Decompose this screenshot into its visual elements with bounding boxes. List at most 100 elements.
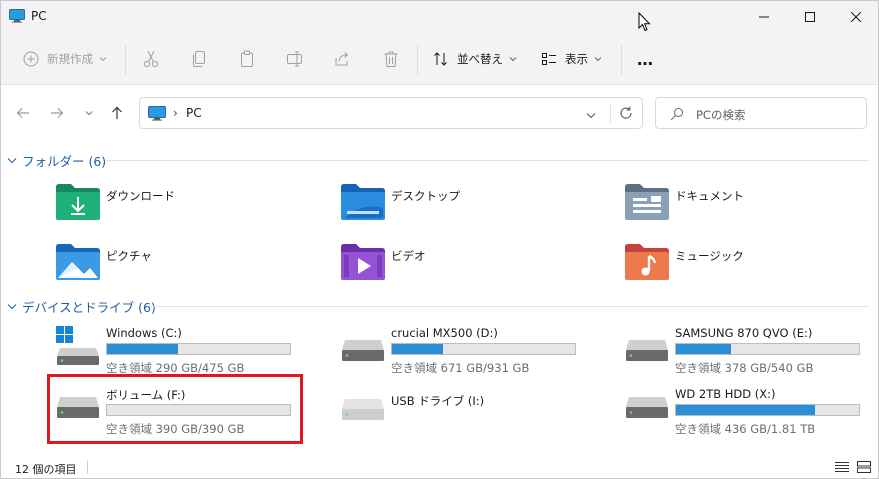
pc-icon [148, 106, 166, 124]
more-options-label: … [637, 49, 654, 69]
folder-name: ミュージック [675, 249, 744, 263]
drive-name: crucial MX500 (D:) [391, 326, 498, 340]
maximize-button[interactable] [787, 1, 833, 33]
chevron-down-icon [594, 57, 602, 62]
rename-button[interactable] [286, 47, 304, 71]
documents-folder-icon [625, 184, 669, 223]
status-separator [87, 460, 88, 474]
back-button[interactable] [13, 101, 33, 125]
folder-name: デスクトップ [391, 189, 460, 203]
drive-usage-fill [676, 344, 731, 354]
address-divider [610, 105, 611, 123]
drive-name: SAMSUNG 870 QVO (E:) [675, 326, 813, 340]
recent-locations-button[interactable] [79, 101, 99, 125]
drive-name: USB ドライブ (I:) [391, 394, 485, 408]
folder-name: ビデオ [391, 249, 426, 263]
usb-drive-icon [341, 393, 385, 436]
chevron-down-icon [7, 303, 17, 309]
drive-item-d[interactable]: crucial MX500 (D:) 空き領域 671 GB/931 GB [341, 326, 591, 382]
folder-item-desktop[interactable]: デスクトップ [341, 184, 541, 232]
sort-button[interactable]: 並べ替え [433, 47, 517, 71]
title-bar: PC [1, 1, 878, 33]
pc-icon [9, 9, 25, 26]
arrow-right-icon [51, 108, 64, 118]
drive-item-x[interactable]: WD 2TB HDD (X:) 空き領域 436 GB/1.81 TB [625, 387, 875, 443]
new-button-label: 新規作成 [47, 52, 93, 66]
mouse-cursor-icon [638, 11, 651, 35]
refresh-icon[interactable] [618, 105, 634, 124]
chevron-down-icon[interactable] [586, 108, 596, 122]
folder-item-downloads[interactable]: ダウンロード [56, 184, 256, 232]
hard-drive-icon [625, 326, 669, 369]
videos-folder-icon [341, 244, 385, 283]
downloads-folder-icon [56, 184, 100, 223]
up-button[interactable] [107, 101, 127, 125]
status-item-count: 12 個の項目 [15, 463, 77, 476]
section-divider [105, 160, 869, 161]
chevron-down-icon [99, 57, 107, 62]
hard-drive-icon [625, 387, 669, 430]
hard-drive-icon [341, 326, 385, 369]
drive-name: Windows (C:) [106, 326, 182, 340]
view-list-icon [542, 53, 556, 65]
drive-name: WD 2TB HDD (X:) [675, 387, 776, 401]
drive-usage-bar [675, 343, 860, 355]
drive-free-space: 空き領域 378 GB/540 GB [675, 361, 814, 375]
drive-usage-fill [392, 344, 444, 354]
clipboard-icon [241, 50, 253, 67]
breadcrumb-pc[interactable]: PC [186, 106, 202, 120]
view-button-label: 表示 [565, 52, 588, 66]
chevron-down-icon [509, 57, 517, 62]
details-view-button[interactable] [833, 459, 851, 475]
sort-button-label: 並べ替え [457, 52, 503, 66]
more-options-button[interactable]: … [637, 47, 654, 71]
drive-item-i[interactable]: USB ドライブ (I:) [341, 393, 591, 449]
drive-usage-bar [391, 343, 576, 355]
copy-button[interactable] [191, 47, 207, 71]
view-button[interactable]: 表示 [541, 47, 602, 71]
drive-usage-bar [675, 404, 860, 416]
trash-icon [384, 51, 398, 67]
folder-item-pictures[interactable]: ピクチャ [56, 244, 256, 292]
minimize-button[interactable] [741, 1, 787, 33]
drives-section-title: デバイスとドライブ (6) [22, 299, 156, 315]
share-icon [335, 52, 349, 66]
new-button[interactable]: 新規作成 [23, 47, 107, 71]
command-bar: 新規作成 並べ替え 表示 … [1, 33, 878, 85]
toolbar-separator [125, 45, 126, 75]
drive-usage-fill [107, 344, 179, 354]
tiles-view-icon [857, 461, 871, 473]
folder-item-documents[interactable]: ドキュメント [625, 184, 825, 232]
folders-section-title: フォルダー (6) [22, 153, 107, 169]
folder-name: ピクチャ [106, 249, 152, 263]
drive-usage-bar [106, 343, 291, 355]
address-bar[interactable]: › PC [139, 97, 643, 129]
folder-item-videos[interactable]: ビデオ [341, 244, 541, 292]
copy-icon [193, 51, 205, 67]
folder-item-music[interactable]: ミュージック [625, 244, 825, 292]
rename-icon [287, 51, 302, 67]
toolbar-separator [417, 45, 418, 75]
cut-button[interactable] [143, 47, 159, 71]
windows-drive-icon [56, 326, 100, 369]
plus-circle-icon [23, 51, 39, 67]
window-title: PC [31, 9, 47, 23]
desktop-folder-icon [341, 184, 385, 223]
paste-button[interactable] [239, 47, 255, 71]
drives-section-header[interactable]: デバイスとドライブ (6) [7, 297, 156, 315]
close-button[interactable] [833, 1, 878, 33]
tiles-view-button[interactable] [855, 459, 873, 475]
section-divider [153, 306, 869, 307]
drive-item-e[interactable]: SAMSUNG 870 QVO (E:) 空き領域 378 GB/540 GB [625, 326, 875, 382]
arrow-left-icon [16, 108, 29, 118]
pictures-folder-icon [56, 244, 100, 283]
share-button[interactable] [334, 47, 351, 71]
search-icon [670, 107, 684, 124]
folders-section-header[interactable]: フォルダー (6) [7, 151, 106, 169]
scissors-icon [143, 50, 159, 68]
delete-button[interactable] [383, 47, 399, 71]
forward-button[interactable] [47, 101, 67, 125]
chevron-down-icon [85, 111, 93, 116]
drive-usage-fill [676, 405, 816, 415]
search-box[interactable]: PCの検索 [655, 97, 867, 129]
